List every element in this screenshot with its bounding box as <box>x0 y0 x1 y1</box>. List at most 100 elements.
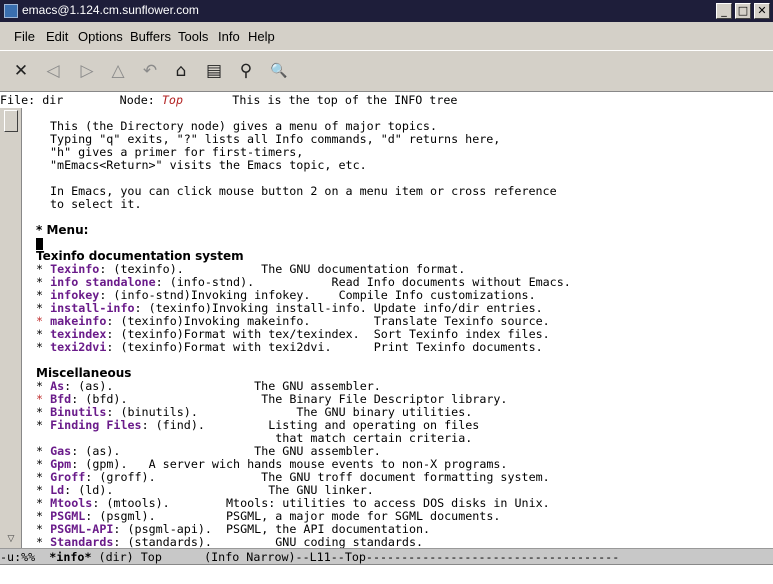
goto-node-icon[interactable]: ⚲ <box>234 59 258 83</box>
minimize-button[interactable]: _ <box>716 3 732 19</box>
menu-item-bullet: * <box>36 509 51 523</box>
menu-tools[interactable]: Tools <box>178 29 208 44</box>
menu-item-link[interactable]: Gas <box>50 444 71 458</box>
menu-item-description: : (info-stnd)Invoking infokey. Compile I… <box>99 288 536 302</box>
menu-item-link[interactable]: PSGML <box>50 509 85 523</box>
menu-item-link[interactable]: As <box>50 379 64 393</box>
menu-info[interactable]: Info <box>218 29 240 44</box>
menu-item-link[interactable]: install-info <box>50 301 134 315</box>
menu-item-bullet: * <box>36 522 51 536</box>
menu-item-link[interactable]: PSGML-API <box>50 522 113 536</box>
menu-item-link[interactable]: Mtools <box>50 496 92 510</box>
menu-item-description: : (gpm). A server wich hands mouse event… <box>71 457 508 471</box>
menu-item-description: : (standards). GNU coding standards. <box>113 535 424 549</box>
menu-item-bullet: * <box>36 327 51 341</box>
node-label: Node: <box>119 93 155 107</box>
modeline-buffer-name: *info* <box>49 550 92 564</box>
menu-item-description: : (ld). The GNU linker. <box>64 483 374 497</box>
menu-item-link[interactable]: Finding Files <box>50 418 141 432</box>
back-history-icon[interactable]: ↶ <box>138 59 162 83</box>
close-icon[interactable]: ✕ <box>9 59 33 83</box>
menu-item-bullet: * <box>36 392 51 406</box>
menu-item-link[interactable]: texi2dvi <box>50 340 106 354</box>
file-name: dir <box>42 93 64 107</box>
menu-item-link[interactable]: info standalone <box>50 275 156 289</box>
node-name: Top <box>161 93 184 107</box>
menu-item-description: : (texinfo)Invoking install-info. Update… <box>134 301 543 315</box>
menu-buffers[interactable]: Buffers <box>130 29 171 44</box>
close-window-button[interactable]: ✕ <box>754 3 770 19</box>
menu-item-bullet: * <box>36 288 51 302</box>
menu-item-bullet: * <box>36 340 51 354</box>
search-icon[interactable]: 🔍 <box>267 59 291 83</box>
index-icon[interactable]: ▤ <box>202 59 226 83</box>
menu-item-link[interactable]: Groff <box>50 470 85 484</box>
menu-options[interactable]: Options <box>78 29 123 44</box>
modeline-info: (dir) Top (Info Narrow)--L11--Top-------… <box>91 550 620 564</box>
menu-item-bullet: * <box>36 405 51 419</box>
menu-item[interactable]: * texi2dvi: (texinfo)Format with texi2dv… <box>36 341 543 354</box>
menu-edit[interactable]: Edit <box>46 29 68 44</box>
maximize-button[interactable]: □ <box>735 3 751 19</box>
menu-item-description: : (texinfo)Format with texi2dvi. Print T… <box>106 340 543 354</box>
menu-item-link[interactable]: Ld <box>50 483 64 497</box>
menu-item-bullet: * <box>36 470 51 484</box>
info-text-area[interactable]: This (the Directory node) gives a menu o… <box>22 108 773 548</box>
menu-item-link[interactable]: Binutils <box>50 405 106 419</box>
menu-heading: * Menu: <box>36 223 89 237</box>
menu-item-description: : (groff). The GNU troff document format… <box>85 470 550 484</box>
menu-item-description: : (psgml). PSGML, a major mode for SGML … <box>85 509 501 523</box>
menu-item[interactable]: * Standards: (standards). GNU coding sta… <box>36 535 424 549</box>
info-header-line: File: dir Node: Top This is the top of t… <box>0 92 773 108</box>
menu-item-description: that match certain criteria. <box>36 431 473 445</box>
menu-item-bullet: * <box>36 418 51 432</box>
menu-item-description: : (psgml-api). PSGML, the API documentat… <box>113 522 431 536</box>
menu-item-link[interactable]: texindex <box>50 327 106 341</box>
menu-help[interactable]: Help <box>248 29 275 44</box>
toolbar: ✕ ◁ ▷ △ ↶ ⌂ ▤ ⚲ 🔍 <box>0 50 773 92</box>
menu-item-bullet: * <box>36 444 51 458</box>
up-node-icon[interactable]: △ <box>106 59 130 83</box>
next-node-icon[interactable]: ▷ <box>75 59 99 83</box>
file-label: File: <box>0 93 36 107</box>
menu-item-description: : (mtools). Mtools: utilities to access … <box>92 496 550 510</box>
menu-item-bullet: * <box>36 275 51 289</box>
intro-line: to select it. <box>50 197 142 211</box>
menu-item-description: : (texinfo). The GNU documentation forma… <box>99 262 466 276</box>
modeline-status: -u:%% <box>0 550 50 564</box>
menu-item-link[interactable]: Gpm <box>50 457 71 471</box>
menu-item-description: : (texinfo)Format with tex/texindex. Sor… <box>106 327 550 341</box>
menu-item-bullet: * <box>36 379 51 393</box>
menu-file[interactable]: File <box>14 29 35 44</box>
scroll-down-arrow-icon[interactable]: ▽ <box>4 532 18 544</box>
menu-item-description: : (bfd). The Binary File Descriptor libr… <box>71 392 508 406</box>
menu-item-bullet: * <box>36 262 51 276</box>
menu-item-link[interactable]: Standards <box>50 535 113 549</box>
menu-item-bullet: * <box>36 301 51 315</box>
window-titlebar[interactable]: emacs@1.124.cm.sunflower.com _ □ ✕ <box>0 0 773 22</box>
menu-item-bullet: * <box>36 535 51 549</box>
menu-item-description: : (as). The GNU assembler. <box>64 379 381 393</box>
menu-item-description: : (texinfo)Invoking makeinfo. Translate … <box>106 314 550 328</box>
menu-item-bullet: * <box>36 496 51 510</box>
mode-line: -u:%% *info* (dir) Top (Info Narrow)--L1… <box>0 548 773 564</box>
window-title: emacs@1.124.cm.sunflower.com <box>22 3 199 17</box>
text-cursor <box>36 237 43 250</box>
home-icon[interactable]: ⌂ <box>169 59 193 83</box>
menu-item-description: : (as). The GNU assembler. <box>71 444 381 458</box>
prev-node-icon[interactable]: ◁ <box>41 59 65 83</box>
menu-item-bullet: * <box>36 483 51 497</box>
emacs-app-icon <box>4 4 18 18</box>
menu-item-link[interactable]: Bfd <box>50 392 71 406</box>
menu-item-bullet: * <box>36 457 51 471</box>
vertical-scrollbar[interactable]: ▽ <box>0 108 22 548</box>
menu-item-description: : (find). Listing and operating on files <box>141 418 480 432</box>
scrollbar-thumb[interactable] <box>4 110 18 132</box>
menu-item-link[interactable]: Texinfo <box>50 262 99 276</box>
intro-line: "mEmacs<Return>" visits the Emacs topic,… <box>50 158 367 172</box>
menu-item-link[interactable]: infokey <box>50 288 99 302</box>
menu-item-description: : (info-stnd). Read Info documents witho… <box>155 275 571 289</box>
menu-item-description: : (binutils). The GNU binary utilities. <box>106 405 473 419</box>
minibuffer[interactable] <box>0 564 773 584</box>
menu-item-link[interactable]: makeinfo <box>50 314 106 328</box>
